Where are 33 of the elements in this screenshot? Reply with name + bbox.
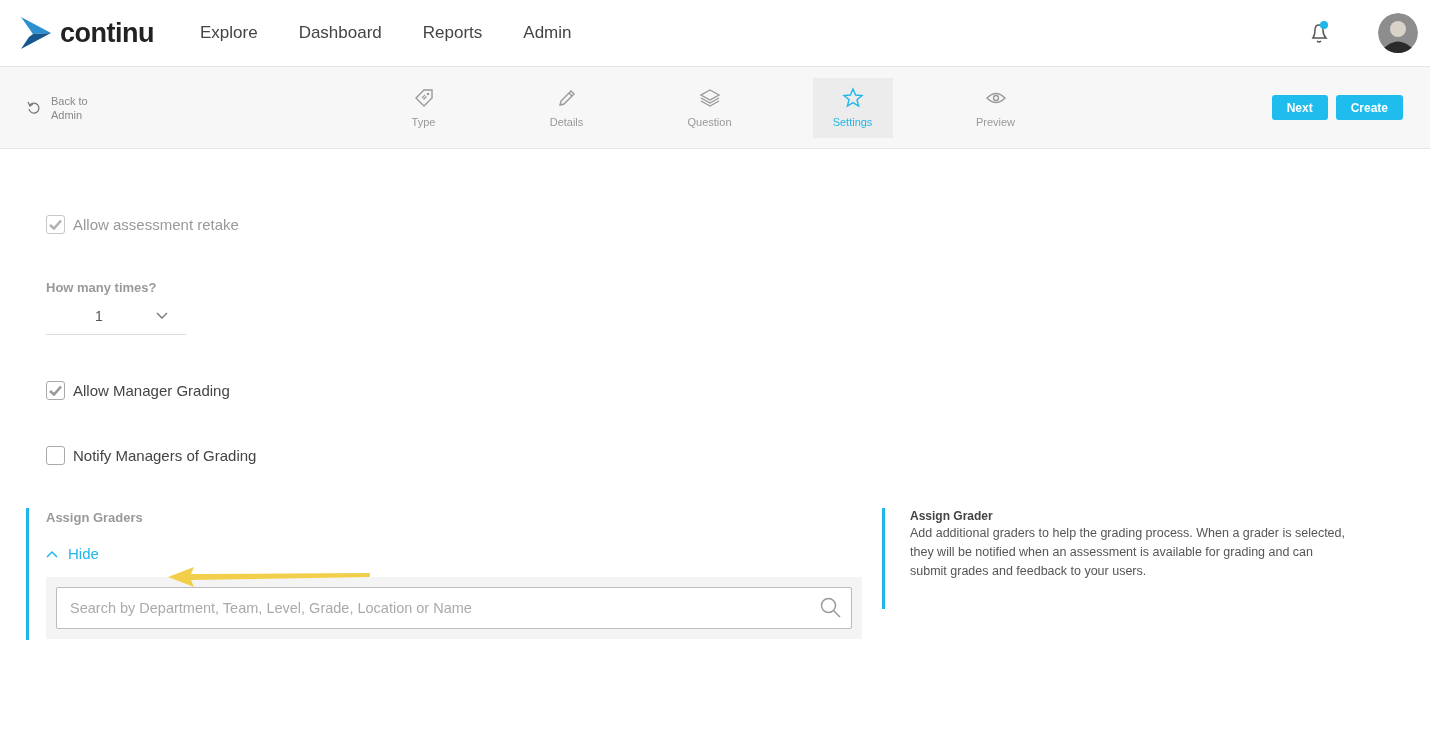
field-label: How many times? <box>46 280 158 295</box>
dropdown[interactable]: 1 <box>46 297 186 335</box>
back-link[interactable]: Back to Admin <box>51 93 97 122</box>
step-tab[interactable]: Question <box>669 77 750 138</box>
step-tab[interactable]: Preview <box>955 77 1036 138</box>
step-tab[interactable]: Settings <box>812 77 893 138</box>
checkbox[interactable] <box>46 381 65 400</box>
hide-toggle[interactable]: Hide <box>46 545 99 562</box>
action-button[interactable]: Next <box>1271 95 1328 120</box>
nav-link[interactable]: Dashboard <box>298 23 382 43</box>
layers-icon <box>698 87 721 109</box>
chevron-down-icon <box>156 311 168 320</box>
section-title: Assign Graders <box>46 510 144 525</box>
search-icon[interactable] <box>820 597 841 618</box>
checkbox-label: Allow Manager Grading <box>73 382 230 399</box>
help-text: Add additional graders to help the grading process. When a grader is selected, they will be notified when an assessment is available for grading and can submit grades and feedback to your users. <box>910 525 1346 580</box>
undo-icon[interactable] <box>27 100 41 115</box>
search-field[interactable]: Search by Department, Team, Level, Grade, Location or Name <box>56 587 852 629</box>
avatar[interactable] <box>1378 13 1418 53</box>
nav-link[interactable]: Admin <box>523 23 572 43</box>
nav-link[interactable]: Reports <box>422 23 483 43</box>
checkbox-label: Notify Managers of Grading <box>73 447 257 464</box>
checkbox-label: Allow assessment retake <box>73 216 239 233</box>
step-tab[interactable]: Type <box>383 77 464 138</box>
action-button[interactable]: Create <box>1335 95 1403 120</box>
chevron-icon <box>46 549 58 558</box>
checkbox[interactable] <box>46 446 65 465</box>
nav-link[interactable]: Explore <box>200 23 258 43</box>
brand-name: continu <box>60 17 154 49</box>
help-title: Assign Grader <box>910 509 994 523</box>
step-tab[interactable]: Details <box>526 77 607 138</box>
logo-icon <box>20 17 52 49</box>
star-icon <box>841 87 864 109</box>
